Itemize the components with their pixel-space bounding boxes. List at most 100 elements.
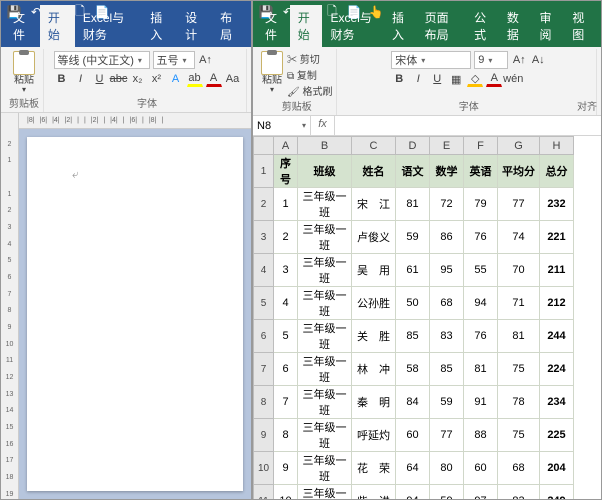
header-cell[interactable]: 数学 bbox=[430, 155, 464, 188]
row-header-6[interactable]: 6 bbox=[254, 320, 274, 353]
cell[interactable]: 60 bbox=[464, 452, 498, 485]
tab-insert[interactable]: 插入 bbox=[142, 5, 177, 47]
cell[interactable]: 224 bbox=[540, 353, 574, 386]
cell[interactable]: 4 bbox=[274, 287, 298, 320]
formula-bar[interactable] bbox=[335, 116, 601, 135]
cell[interactable]: 86 bbox=[430, 221, 464, 254]
cell[interactable]: 232 bbox=[540, 188, 574, 221]
row-header-2[interactable]: 2 bbox=[254, 188, 274, 221]
text-effects-icon[interactable]: A bbox=[168, 71, 184, 87]
row-header-1[interactable]: 1 bbox=[254, 155, 274, 188]
grow-font-icon[interactable]: A↑ bbox=[511, 52, 527, 68]
cell[interactable]: 91 bbox=[464, 386, 498, 419]
cell[interactable]: 244 bbox=[540, 320, 574, 353]
border-icon[interactable]: ▦ bbox=[448, 71, 464, 87]
col-header-F[interactable]: F bbox=[464, 137, 498, 155]
phonetic-icon[interactable]: wén bbox=[505, 71, 521, 87]
cell[interactable]: 85 bbox=[396, 320, 430, 353]
tab-file[interactable]: 文件 bbox=[5, 5, 40, 47]
col-header-E[interactable]: E bbox=[430, 137, 464, 155]
cell[interactable]: 64 bbox=[396, 452, 430, 485]
cell[interactable]: 2 bbox=[274, 221, 298, 254]
cell[interactable]: 宋 江 bbox=[352, 188, 396, 221]
cell[interactable]: 吴 用 bbox=[352, 254, 396, 287]
row-header-3[interactable]: 3 bbox=[254, 221, 274, 254]
italic-icon[interactable]: I bbox=[410, 71, 426, 87]
tab-insert[interactable]: 插入 bbox=[384, 5, 417, 47]
row-header-4[interactable]: 4 bbox=[254, 254, 274, 287]
strike-icon[interactable]: abc bbox=[111, 71, 127, 87]
tab-home[interactable]: 开始 bbox=[290, 5, 323, 47]
cell[interactable]: 72 bbox=[430, 188, 464, 221]
cell[interactable]: 61 bbox=[396, 254, 430, 287]
cell[interactable]: 88 bbox=[464, 419, 498, 452]
cell[interactable]: 94 bbox=[464, 287, 498, 320]
font-size-select[interactable]: 9▾ bbox=[474, 51, 508, 69]
cell[interactable]: 68 bbox=[498, 452, 540, 485]
row-header-10[interactable]: 10 bbox=[254, 452, 274, 485]
cell[interactable]: 94 bbox=[396, 485, 430, 500]
spreadsheet-grid[interactable]: ABCDEFGH1序号班级姓名语文数学英语平均分总分21三年级一班宋 江8172… bbox=[253, 136, 601, 499]
cell[interactable]: 三年级一班 bbox=[298, 254, 352, 287]
tab-formulas[interactable]: 公式 bbox=[466, 5, 499, 47]
tab-review[interactable]: 审阅 bbox=[532, 5, 565, 47]
cell[interactable]: 秦 明 bbox=[352, 386, 396, 419]
cell[interactable]: 59 bbox=[430, 485, 464, 500]
header-cell[interactable]: 英语 bbox=[464, 155, 498, 188]
cell[interactable]: 50 bbox=[396, 287, 430, 320]
cell[interactable]: 212 bbox=[540, 287, 574, 320]
cell[interactable]: 68 bbox=[430, 287, 464, 320]
row-header-5[interactable]: 5 bbox=[254, 287, 274, 320]
cell[interactable]: 76 bbox=[464, 320, 498, 353]
cell[interactable]: 三年级一班 bbox=[298, 287, 352, 320]
cell[interactable]: 59 bbox=[396, 221, 430, 254]
cell[interactable]: 3 bbox=[274, 254, 298, 287]
cell[interactable]: 三年级一班 bbox=[298, 419, 352, 452]
bold-icon[interactable]: B bbox=[54, 71, 70, 87]
row-header-7[interactable]: 7 bbox=[254, 353, 274, 386]
sub-icon[interactable]: x₂ bbox=[130, 71, 146, 87]
cell[interactable]: 公孙胜 bbox=[352, 287, 396, 320]
cell[interactable]: 9 bbox=[274, 452, 298, 485]
cell[interactable]: 卢俊义 bbox=[352, 221, 396, 254]
cell[interactable]: 71 bbox=[498, 287, 540, 320]
cell[interactable]: 97 bbox=[464, 485, 498, 500]
select-all-corner[interactable] bbox=[254, 137, 274, 155]
fx-icon[interactable]: fx bbox=[311, 116, 335, 135]
cell[interactable]: 77 bbox=[498, 188, 540, 221]
fill-color-icon[interactable]: ◇ bbox=[467, 71, 483, 87]
row-header-9[interactable]: 9 bbox=[254, 419, 274, 452]
paste-button[interactable]: 粘贴 ▾ bbox=[13, 51, 35, 95]
row-header-8[interactable]: 8 bbox=[254, 386, 274, 419]
row-header-11[interactable]: 11 bbox=[254, 485, 274, 500]
cell[interactable]: 234 bbox=[540, 386, 574, 419]
col-header-B[interactable]: B bbox=[298, 137, 352, 155]
col-header-D[interactable]: D bbox=[396, 137, 430, 155]
cell[interactable]: 三年级一班 bbox=[298, 452, 352, 485]
cell[interactable]: 78 bbox=[498, 386, 540, 419]
cell[interactable]: 81 bbox=[498, 320, 540, 353]
cell[interactable]: 249 bbox=[540, 485, 574, 500]
header-cell[interactable]: 序号 bbox=[274, 155, 298, 188]
cell[interactable]: 55 bbox=[464, 254, 498, 287]
cell[interactable]: 三年级一班 bbox=[298, 188, 352, 221]
font-name-select[interactable]: 宋体▾ bbox=[391, 51, 471, 69]
paste-button[interactable]: 粘贴 ▾ bbox=[261, 51, 283, 98]
tab-design[interactable]: 设计 bbox=[177, 5, 212, 47]
cell[interactable]: 58 bbox=[396, 353, 430, 386]
cell[interactable]: 84 bbox=[396, 386, 430, 419]
cell[interactable]: 关 胜 bbox=[352, 320, 396, 353]
underline-icon[interactable]: U bbox=[92, 71, 108, 87]
cell[interactable]: 1 bbox=[274, 188, 298, 221]
cell[interactable]: 77 bbox=[430, 419, 464, 452]
col-header-C[interactable]: C bbox=[352, 137, 396, 155]
cell[interactable]: 221 bbox=[540, 221, 574, 254]
cell[interactable]: 三年级一班 bbox=[298, 353, 352, 386]
font-color-icon[interactable]: A bbox=[206, 71, 222, 87]
cell[interactable]: 8 bbox=[274, 419, 298, 452]
cell[interactable]: 81 bbox=[396, 188, 430, 221]
cell[interactable]: 85 bbox=[430, 353, 464, 386]
cell[interactable]: 75 bbox=[498, 353, 540, 386]
format-painter-button[interactable]: 🖌 格式刷 bbox=[287, 83, 332, 98]
cell[interactable]: 79 bbox=[464, 188, 498, 221]
